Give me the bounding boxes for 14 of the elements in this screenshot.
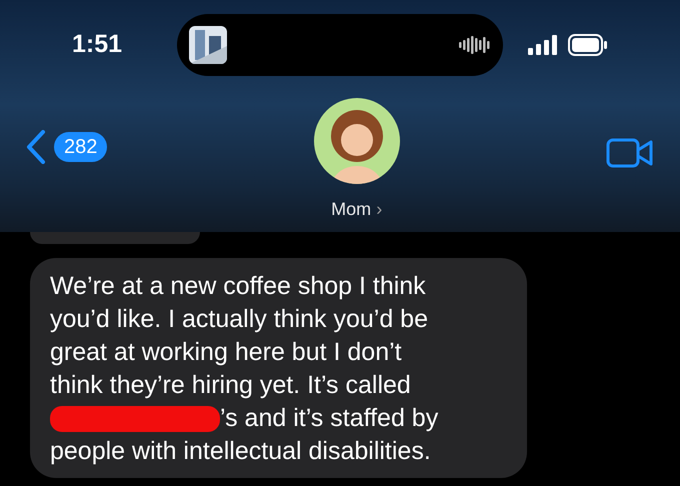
message-text: ’s and it’s staffed by bbox=[220, 403, 438, 434]
signal-icon bbox=[528, 35, 558, 55]
battery-icon bbox=[568, 34, 608, 56]
message-text: great at working here but I don’t bbox=[50, 337, 402, 368]
back-chevron-icon bbox=[26, 130, 46, 164]
video-call-icon[interactable] bbox=[606, 138, 654, 168]
status-time: 1:51 bbox=[72, 29, 124, 60]
message-text: you’d like. I actually think you’d be bbox=[50, 304, 428, 335]
waveform-icon bbox=[459, 35, 491, 55]
message-text: people with intellectual disabilities. bbox=[50, 436, 431, 467]
message-text: think they’re hiring yet. It’s called bbox=[50, 370, 411, 401]
message-text: We’re at a new coffee shop I think bbox=[50, 271, 426, 302]
contact-name-button[interactable]: Mom › bbox=[331, 196, 382, 223]
unread-count-badge: 282 bbox=[54, 132, 108, 162]
